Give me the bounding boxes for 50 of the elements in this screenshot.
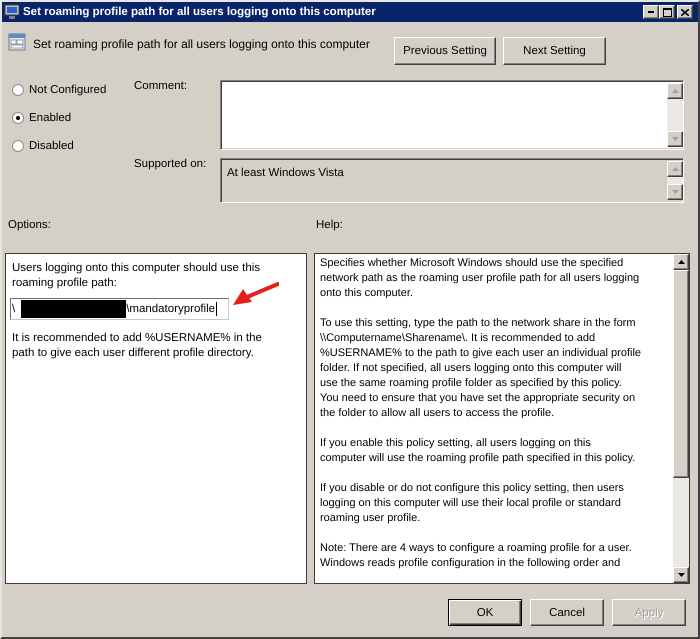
scroll-down-button[interactable] xyxy=(667,184,683,200)
help-paragraph: If you enable this policy setting, all users logging on this computer will use the roaming profile path specified in this policy. xyxy=(320,436,636,466)
setting-title: Set roaming profile path for all users logging onto this computer xyxy=(33,37,370,51)
window-title: Set roaming profile path for all users logging onto this computer xyxy=(23,6,376,18)
radio-option[interactable]: Not Configured xyxy=(12,80,106,100)
close-button[interactable] xyxy=(677,5,693,19)
scrollbar-thumb[interactable] xyxy=(673,270,689,478)
help-paragraph: Specifies whether Microsoft Windows should use the specified network path as the roaming user profile path for all users logging onto this computer. xyxy=(320,256,640,301)
scroll-up-button[interactable] xyxy=(667,161,683,177)
supported-on-value: At least Windows Vista xyxy=(227,167,344,179)
help-paragraph: To use this setting, type the path to the network share in the form \\Computername\Sharename\. It is recommended to add %USERNAME% to the path to give each user an individual profile folder. If not specified, all users logging onto this computer will use the same roaming profile folder as specified by this policy. You need to ensure that you have set the appropriate security on the folder to allow all users to access the profile. xyxy=(320,316,642,421)
minimize-button[interactable] xyxy=(643,5,659,19)
comment-label: Comment: xyxy=(134,80,188,92)
help-label: Help: xyxy=(316,219,343,231)
window-grid-icon xyxy=(8,33,26,51)
options-intro: Users logging onto this computer should use this roaming profile path: xyxy=(12,261,262,291)
comment-field[interactable] xyxy=(220,80,684,150)
maximize-icon xyxy=(662,8,672,16)
scroll-up-button[interactable] xyxy=(673,254,689,270)
scrollbar[interactable] xyxy=(673,254,689,583)
path-text: \mandatoryprofile xyxy=(126,303,216,315)
radio-option[interactable]: Disabled xyxy=(12,136,74,156)
computer-icon xyxy=(4,4,20,20)
options-label: Options: xyxy=(8,219,51,231)
path-text: \ xyxy=(12,303,16,315)
down-arrow-icon xyxy=(672,190,678,194)
annotation-arrow xyxy=(233,282,279,306)
down-arrow-icon xyxy=(678,573,684,577)
cancel-button[interactable]: Cancel xyxy=(530,599,604,626)
supported-on-label: Supported on: xyxy=(134,158,206,170)
close-icon xyxy=(681,8,689,16)
path-field[interactable]: \ \mandatoryprofile xyxy=(10,298,229,320)
down-arrow-icon xyxy=(672,137,678,141)
up-arrow-icon xyxy=(678,260,684,264)
help-paragraph: If you disable or do not configure this policy setting, then users logging on this computer will use their local profile or standard roaming user profile. xyxy=(320,481,625,526)
scrollbar[interactable] xyxy=(667,161,683,200)
help-paragraph: Note: There are 4 ways to configure a roaming profile for a user. Windows reads profile configuration in the following order and xyxy=(320,541,633,571)
scroll-down-button[interactable] xyxy=(673,567,689,583)
radio-option[interactable]: Enabled xyxy=(12,108,72,128)
next-setting-button[interactable]: Next Setting xyxy=(503,37,606,65)
minimize-icon xyxy=(648,11,654,13)
scrollbar[interactable] xyxy=(667,83,683,147)
up-arrow-icon xyxy=(672,167,678,171)
scroll-up-button[interactable] xyxy=(667,83,683,99)
ok-button[interactable]: OK xyxy=(448,599,522,626)
maximize-button[interactable] xyxy=(659,5,675,19)
options-note: It is recommended to add %USERNAME% in the path to give each user different profile directory. xyxy=(12,331,263,361)
previous-setting-button[interactable]: Previous Setting xyxy=(394,37,496,65)
scroll-down-button[interactable] xyxy=(667,131,683,147)
up-arrow-icon xyxy=(672,89,678,93)
